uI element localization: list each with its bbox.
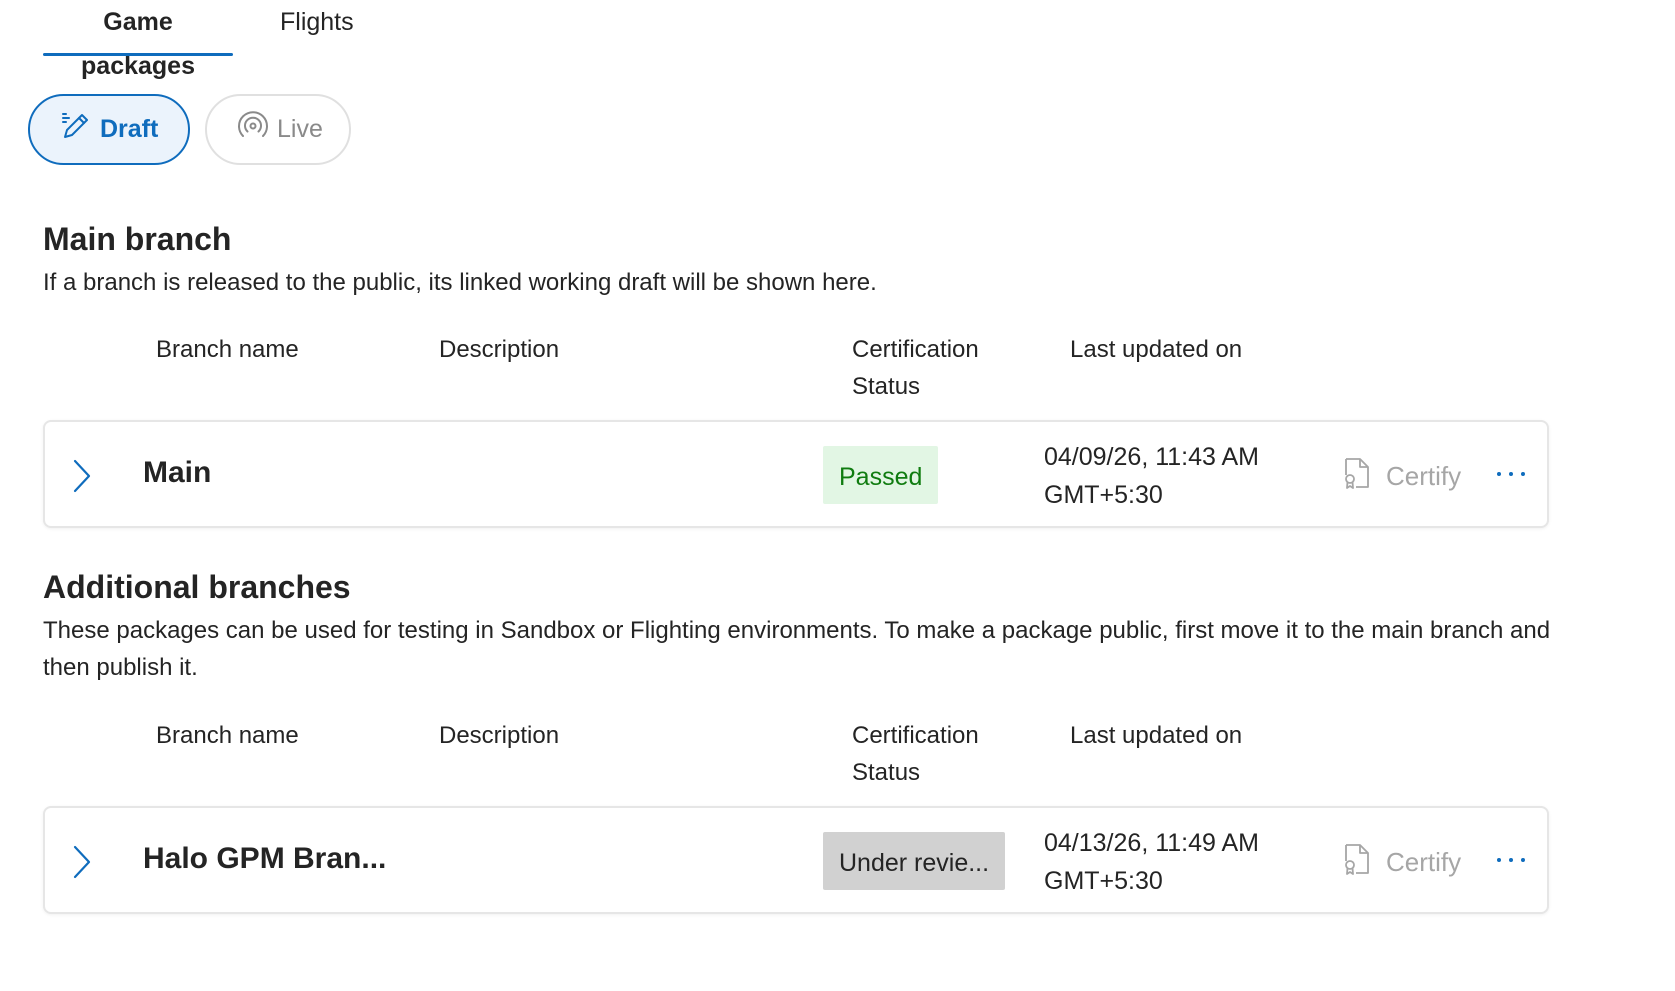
certify-label: Certify [1386, 847, 1462, 877]
column-header-last-updated: Last updated on [1070, 336, 1243, 363]
table-row[interactable]: Halo GPM Bran... Under revie... 04/13/26… [43, 806, 1549, 914]
branch-name: Halo GPM Bran... [143, 842, 387, 875]
column-header-description: Description [439, 336, 560, 363]
certificate-icon [1342, 456, 1386, 497]
last-updated-value: 04/13/26, 11:49 AM GMT+5:30 [1044, 824, 1259, 900]
cert-header-line2: Status [852, 759, 921, 786]
certify-button[interactable]: Certify [1342, 842, 1461, 883]
timezone-line: GMT+5:30 [1044, 867, 1163, 895]
certify-label: Certify [1386, 461, 1462, 491]
certify-button[interactable]: Certify [1342, 456, 1461, 497]
column-header-certification-status: Certification Status [852, 331, 979, 405]
cert-header-line2: Status [852, 373, 921, 400]
live-label: Live [277, 115, 323, 143]
broadcast-icon [237, 110, 277, 149]
cert-header-line1: Certification [852, 336, 979, 363]
chevron-right-icon[interactable] [67, 842, 97, 882]
tab-game-packages[interactable]: Game packages [43, 0, 233, 80]
live-toggle-button[interactable]: Live [205, 94, 351, 165]
table-row[interactable]: Main Passed 04/09/26, 11:43 AM GMT+5:30 … [43, 420, 1549, 528]
status-badge: Passed [823, 446, 939, 504]
certificate-icon [1342, 842, 1386, 883]
main-branch-heading: Main branch [43, 221, 232, 257]
game-packages-page: Game packages Flights Draft Live Main br… [0, 0, 1675, 991]
tab-flights[interactable]: Flights [280, 0, 354, 56]
more-options-icon[interactable] [1491, 840, 1531, 880]
draft-toggle-button[interactable]: Draft [28, 94, 190, 165]
main-branch-description: If a branch is released to the public, i… [43, 269, 877, 296]
tab-bar: Game packages Flights [43, 0, 354, 80]
column-header-description: Description [439, 722, 560, 749]
more-options-icon[interactable] [1491, 454, 1531, 494]
status-badge: Under revie... [823, 832, 1006, 890]
column-header-branch-name: Branch name [156, 336, 299, 363]
pencil-icon [60, 110, 100, 149]
column-header-last-updated: Last updated on [1070, 722, 1243, 749]
additional-branches-description: These packages can be used for testing i… [43, 617, 1551, 681]
additional-branches-heading: Additional branches [43, 569, 351, 605]
chevron-right-icon[interactable] [67, 456, 97, 496]
last-updated-value: 04/09/26, 11:43 AM GMT+5:30 [1044, 438, 1259, 514]
date-line: 04/13/26, 11:49 AM [1044, 829, 1259, 857]
column-header-branch-name: Branch name [156, 722, 299, 749]
cert-header-line1: Certification [852, 722, 979, 749]
branch-name: Main [143, 456, 212, 489]
draft-label: Draft [100, 115, 159, 143]
timezone-line: GMT+5:30 [1044, 481, 1163, 509]
column-header-certification-status: Certification Status [852, 717, 979, 791]
date-line: 04/09/26, 11:43 AM [1044, 443, 1259, 471]
